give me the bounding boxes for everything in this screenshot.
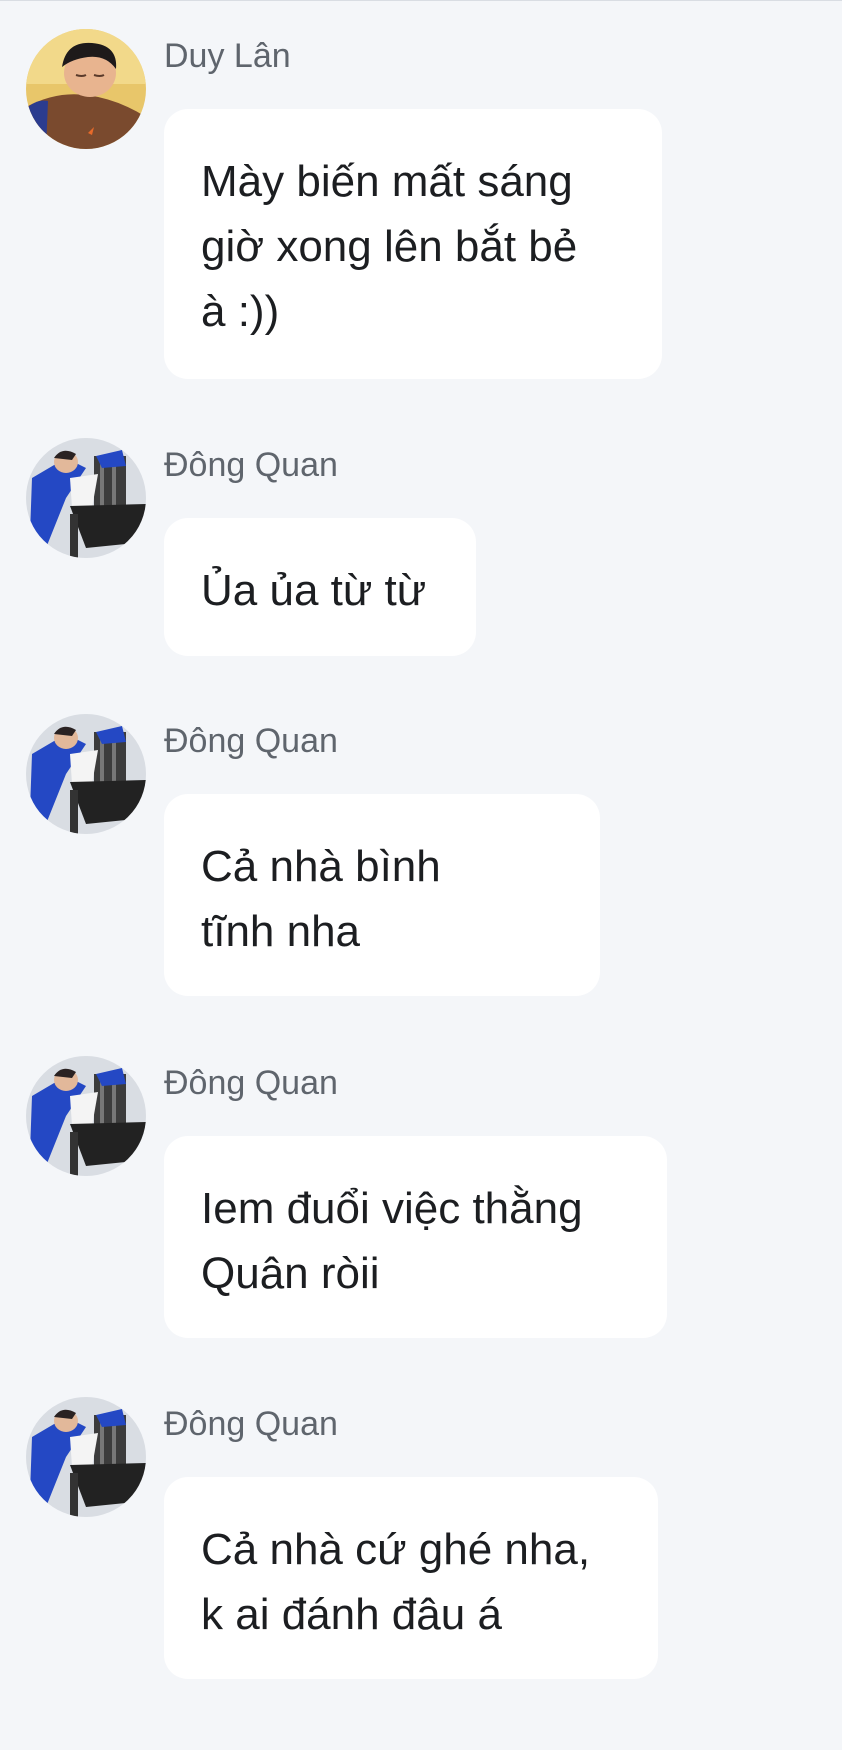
avatar-photo-icon — [26, 1397, 146, 1517]
sender-name: Đông Quan — [164, 1064, 338, 1102]
avatar-photo-icon — [26, 438, 146, 558]
message-bubble[interactable]: Cả nhà cứ ghé nha, k ai đánh đâu á — [164, 1477, 658, 1679]
avatar-photo-icon — [26, 29, 146, 149]
message-text: Ủa ủa từ từ — [201, 566, 427, 615]
message-bubble[interactable]: Ủa ủa từ từ — [164, 518, 476, 656]
avatar[interactable] — [26, 1056, 146, 1176]
avatar-photo-icon — [26, 1056, 146, 1176]
message-bubble[interactable]: Cả nhà bình tĩnh nha — [164, 794, 600, 996]
message-text: Mày biến mất sáng giờ xong lên bắt bẻ à … — [201, 157, 578, 336]
message-bubble[interactable]: Mày biến mất sáng giờ xong lên bắt bẻ à … — [164, 109, 662, 379]
avatar-photo-icon — [26, 714, 146, 834]
avatar[interactable] — [26, 438, 146, 558]
sender-name: Đông Quan — [164, 446, 338, 484]
sender-name: Đông Quan — [164, 1405, 338, 1443]
chat-message-list[interactable]: Duy Lân Mày biến mất sáng giờ xong lên b… — [0, 1, 842, 1750]
sender-name: Duy Lân — [164, 37, 291, 75]
avatar[interactable] — [26, 29, 146, 149]
avatar[interactable] — [26, 1397, 146, 1517]
sender-name: Đông Quan — [164, 722, 338, 760]
message-text: Iem đuổi việc thằng Quân ròii — [201, 1184, 583, 1298]
avatar[interactable] — [26, 714, 146, 834]
message-text: Cả nhà bình tĩnh nha — [201, 842, 441, 956]
message-bubble[interactable]: Iem đuổi việc thằng Quân ròii — [164, 1136, 667, 1338]
message-text: Cả nhà cứ ghé nha, k ai đánh đâu á — [201, 1525, 591, 1639]
